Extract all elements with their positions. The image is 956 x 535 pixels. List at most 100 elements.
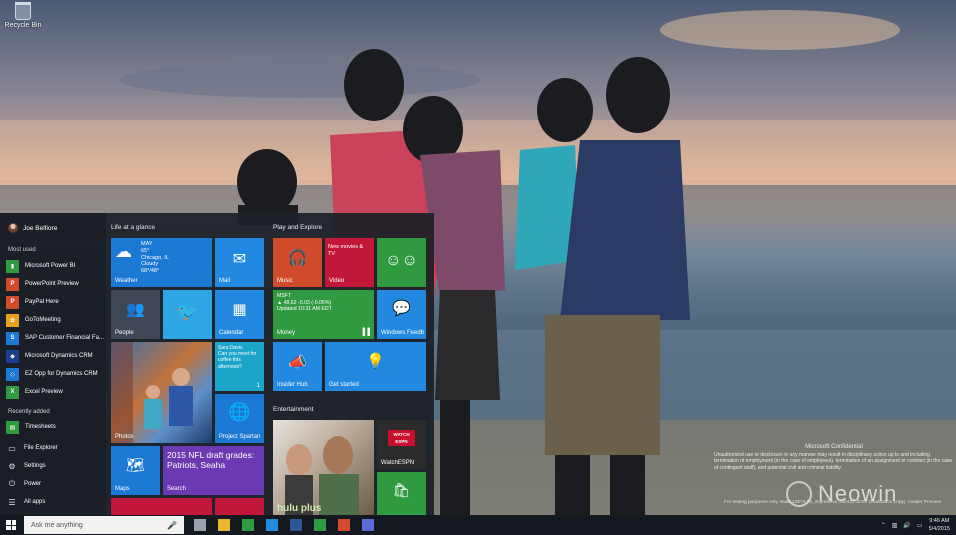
weather-condition: Cloudy [141,261,159,268]
gotomeeting-icon: ✿ [6,313,19,327]
weather-day: MAY [141,241,153,247]
app-list-item[interactable]: ✿ GoToMeeting [6,311,106,329]
tile-windows-feedback[interactable]: 💬 Windows Feedb [377,290,426,339]
tile-label: Video [329,278,345,284]
espn-badge-bottom: ESPN [395,439,408,444]
weather-details: MAY 65° Chicago, IL Cloudy 68°/48° [141,241,169,275]
xbox-avatars-icon: ☺☺ [385,252,418,269]
tile-label: Search [167,486,187,492]
tile-message[interactable]: Sara Davis Can you meet for coffee this … [215,342,264,391]
system-tray: ⌃ ▥ 🔊 ▭ 9:46 AM 5/4/2015 [881,515,950,535]
taskbar-excel-button[interactable] [308,515,332,535]
taskbar-word-button[interactable] [284,515,308,535]
app-list-item[interactable]: ▤ Timesheets [6,418,106,436]
tile-insider-hub[interactable]: 📣 Insider Hub [273,342,322,391]
tile-money[interactable]: MSFT ▲ 48.62 -0.03 (-0.06%) Updated 10:3… [273,290,374,339]
start-button[interactable] [0,515,22,535]
tile-get-started[interactable]: 💡 Get started [325,342,426,391]
tile-project-spartan[interactable]: 🌐 Project Spartan [215,394,264,443]
tile-store[interactable]: 🛍 [377,472,426,515]
tile-partial-red[interactable] [111,498,212,515]
app-name: SAP Customer Financial Fa... [25,335,104,341]
tile-music[interactable]: 🎧 Music [273,238,322,287]
tile-label: Money [277,330,296,336]
power-bi-icon: ▮ [6,259,19,273]
tile-weather[interactable]: ☁ MAY 65° Chicago, IL Cloudy 68°/48° Wea… [111,238,212,287]
tile-video[interactable]: New movies & TV Video [325,238,374,287]
confidential-notice: Microsoft Confidential Unauthorized use … [714,444,954,471]
app-name: Timesheets [25,424,56,430]
message-text: Can you meet for coffee this afternoon? [218,351,257,370]
system-link-all-apps[interactable]: ☰ All apps [6,493,106,511]
taskbar-ie-button[interactable] [260,515,284,535]
app-list-item[interactable]: P PowerPoint Preview [6,275,106,293]
file-explorer-icon [218,519,230,531]
money-details: MSFT ▲ 48.62 -0.03 (-0.06%) Updated 10:3… [277,293,332,313]
file-explorer-icon: ▭ [8,443,16,453]
network-icon[interactable]: ▥ [892,522,898,529]
tile-photos[interactable]: Photos [111,342,212,443]
tile-watchespn[interactable]: WATCH ESPN WatchESPN [377,420,426,469]
powerpoint-icon [338,519,350,531]
search-box[interactable]: Ask me anything 🎤 [24,516,184,534]
megaphone-icon: 📣 [288,354,307,371]
tile-label: Music [277,278,293,284]
system-link-power[interactable]: ⏻ Power [6,475,106,493]
app-name: Excel Preview [25,389,63,395]
message-count: 1 [256,383,260,389]
app-list-item[interactable]: ◆ Microsoft Dynamics CRM [6,347,106,365]
taskbar-store-button[interactable] [236,515,260,535]
tile-label: Windows Feedb [381,330,425,336]
user-account[interactable]: Joe Belfiore [8,223,57,233]
app-list-item[interactable]: X Excel Preview [6,383,106,401]
taskbar-file-explorer-button[interactable] [212,515,236,535]
tile-calendar[interactable]: ▦ Calendar [215,290,264,339]
sap-icon: S [6,331,19,345]
tile-maps[interactable]: 🗺 Maps [111,446,160,495]
taskbar-task-view-button[interactable] [188,515,212,535]
recycle-bin-icon [15,2,31,20]
confidential-text: Unauthorized use or disclosure in any ma… [714,451,953,471]
system-link-label: File Explorer [24,445,58,451]
most-used-heading: Most used [8,247,36,253]
taskbar-app-button[interactable] [356,515,380,535]
mail-icon: ✉ [232,251,247,268]
system-link-settings[interactable]: ⚙ Settings [6,457,106,475]
hulu-brand: hulu plus [277,503,322,514]
store-icon [242,519,254,531]
group-entertainment: Entertainment [273,406,314,413]
app-list-item[interactable]: ▮ Microsoft Power BI [6,257,106,275]
app-name: Microsoft Power BI [25,263,76,269]
group-life-at-a-glance: Life at a glance [111,224,156,231]
pinned-apps [188,515,380,535]
tile-xbox[interactable]: ☺☺ [377,238,426,287]
microphone-icon[interactable]: 🎤 [167,521,177,530]
tile-mail[interactable]: ✉ Mail [215,238,264,287]
tile-twitter[interactable]: 🐦 [163,290,212,339]
taskbar-powerpoint-button[interactable] [332,515,356,535]
app-list-item[interactable]: P PayPal Here [6,293,106,311]
app-name: Microsoft Dynamics CRM [25,353,93,359]
excel-icon: X [6,385,19,399]
system-link-file-explorer[interactable]: ▭ File Explorer [6,439,106,457]
show-hidden-icon[interactable]: ⌃ [881,522,886,529]
tile-search[interactable]: 2015 NFL draft grades: Patriots, Seaha S… [163,446,264,495]
tile-hulu[interactable]: hulu plus [273,420,374,515]
clock[interactable]: 9:46 AM 5/4/2015 [929,517,950,533]
headphones-icon: 🎧 [287,250,308,267]
app-list-item[interactable]: S SAP Customer Financial Fa... [6,329,106,347]
tile-people[interactable]: 👥 People [111,290,160,339]
dynamics-crm-icon: ◆ [6,349,19,363]
all-apps-icon: ☰ [8,497,16,507]
tile-label: Get started [329,382,359,388]
recycle-bin[interactable]: Recycle Bin [4,2,42,29]
tile-partial-red-small[interactable] [215,498,264,515]
notifications-icon[interactable]: ▭ [917,522,923,529]
app-icon [362,519,374,531]
timesheets-icon: ▤ [6,420,19,434]
recently-added-list: ▤ Timesheets [6,418,106,436]
app-list-item[interactable]: ◇ EZ Opp for Dynamics CRM [6,365,106,383]
volume-icon[interactable]: 🔊 [903,522,910,529]
hulu-show-image [285,436,359,515]
start-menu: Joe Belfiore Most used ▮ Microsoft Power … [0,213,434,515]
